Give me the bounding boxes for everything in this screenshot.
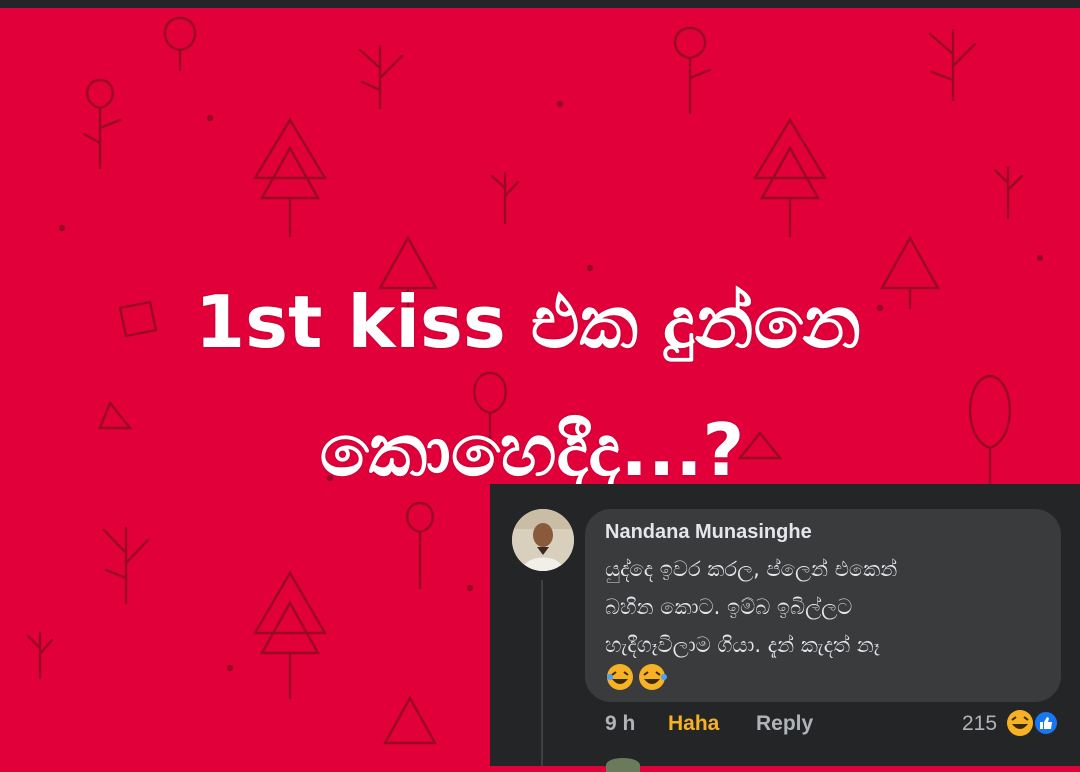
person-avatar-icon (512, 509, 574, 571)
reaction-icons[interactable] (1006, 708, 1062, 738)
top-bar (0, 0, 1080, 8)
haha-reaction-icon (1007, 710, 1033, 736)
like-reaction-icon (1033, 710, 1059, 736)
comment-text-line: යුද්දෙ ඉවර කරල, ප්ලෙන් එකෙන් (605, 557, 898, 581)
laughing-emoji-icon (607, 664, 633, 690)
thread-line (541, 580, 543, 766)
post-headline-line-2: කොහෙදීද...? (319, 408, 745, 492)
reply-button[interactable]: Reply (756, 712, 813, 736)
reaction-count[interactable]: 215 (962, 712, 997, 736)
comment-timestamp[interactable]: 9 h (605, 712, 635, 736)
laughing-emoji-icon (639, 664, 667, 690)
haha-reaction-button[interactable]: Haha (668, 712, 719, 736)
comment-text-line: හැදීගෑවිලාම ගියා. දැන් කැදත් නෑ (605, 633, 880, 657)
post-headline-line-1: 1st kiss එක දුන්නෙ (195, 280, 861, 364)
commenter-avatar[interactable] (512, 509, 574, 571)
next-comment-avatar[interactable] (606, 758, 640, 772)
comment-emojis (605, 662, 669, 692)
comment-author-name[interactable]: Nandana Munasinghe (605, 521, 812, 544)
comment-text-line: බහින කොට. ඉම්බ ඉබිල්ලට (605, 595, 853, 619)
comment-text: යුද්දෙ ඉවර කරල, ප්ලෙන් එකෙන් බහින කොට. ඉ… (605, 550, 1045, 664)
